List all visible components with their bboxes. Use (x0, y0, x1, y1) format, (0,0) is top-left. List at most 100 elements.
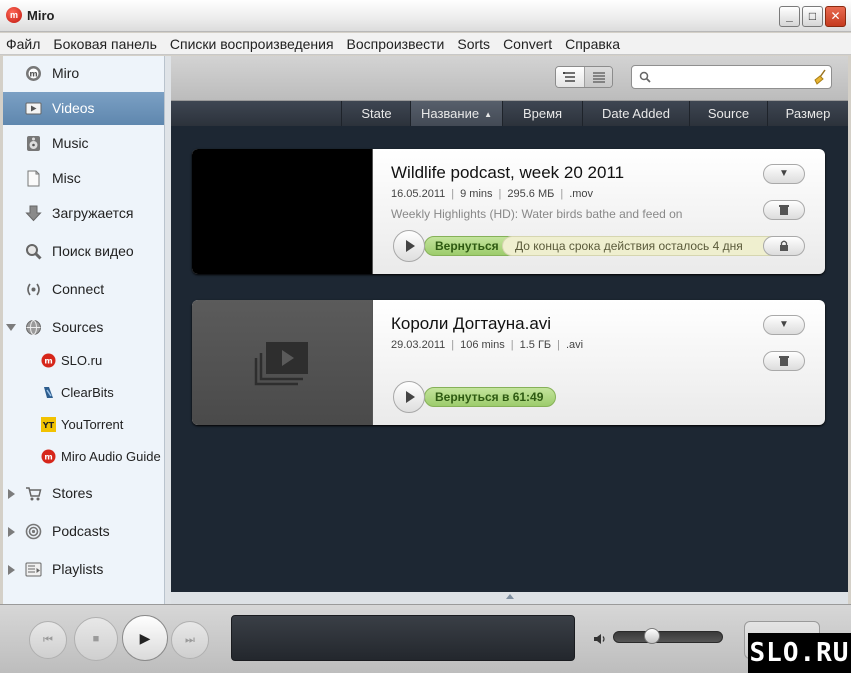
miro-logo-icon: m (6, 7, 22, 23)
menu-bar: Файл Боковая панель Списки воспроизведен… (0, 33, 851, 55)
sidebar-item-miro-audio-guide[interactable]: m Miro Audio Guide (3, 441, 164, 474)
sidebar-item-label: Connect (52, 281, 105, 297)
expand-chevron-icon[interactable] (8, 527, 15, 537)
menu-help[interactable]: Справка (565, 36, 620, 52)
column-title-label: Название (420, 106, 480, 121)
menu-playback[interactable]: Воспроизвести (347, 36, 445, 52)
item-menu-button[interactable]: ▼ (763, 315, 805, 335)
sidebar-item-label: Sources (52, 319, 104, 335)
video-title[interactable]: Короли Догтауна.avi (391, 314, 551, 334)
sort-ascending-icon: ▲ (484, 110, 492, 119)
menu-convert[interactable]: Convert (503, 36, 552, 52)
video-date: 16.05.2011 (391, 188, 446, 200)
search-input[interactable] (654, 69, 804, 85)
sidebar-item-miro[interactable]: m Miro (3, 57, 164, 90)
video-format: .mov (569, 188, 594, 200)
previous-track-button[interactable]: ⏮ (29, 621, 67, 659)
miro-icon: m (41, 353, 56, 368)
globe-icon (26, 320, 41, 335)
minimize-button[interactable]: _ (779, 6, 800, 27)
video-size: 1.5 ГБ (519, 339, 552, 351)
menu-playlists[interactable]: Списки воспроизведения (170, 36, 334, 52)
video-icon (25, 102, 42, 115)
video-thumbnail[interactable] (192, 149, 373, 274)
volume-slider-handle[interactable] (644, 628, 660, 644)
scroll-up-arrow-icon[interactable] (506, 594, 514, 599)
connect-icon (27, 283, 40, 296)
sidebar-item-playlists[interactable]: Playlists (3, 553, 164, 586)
column-state[interactable]: State (341, 101, 411, 126)
sidebar-item-podcasts[interactable]: Podcasts (3, 515, 164, 548)
video-item[interactable]: Короли Догтауна.avi 29.03.2011 | 106 mins |… (192, 300, 825, 425)
sidebar-item-label: Videos (52, 100, 95, 116)
keep-item-button[interactable] (763, 236, 805, 256)
expiry-notice: До конца срока действия осталось 4 дня (502, 236, 780, 256)
sidebar-item-connect[interactable]: Connect (3, 273, 164, 306)
sidebar: m Miro Videos Music Misc Загружается Пои… (3, 56, 165, 604)
sidebar-item-label: Miro Audio Guide (61, 449, 161, 464)
play-button[interactable]: ▶ (122, 615, 168, 661)
misc-icon (27, 170, 40, 187)
play-item-button[interactable] (393, 381, 425, 413)
svg-text:m: m (44, 453, 52, 462)
list-view-icon[interactable] (585, 67, 612, 87)
video-thumbnail[interactable] (192, 300, 373, 425)
delete-item-button[interactable] (763, 200, 805, 220)
item-menu-button[interactable]: ▼ (763, 164, 805, 184)
delete-item-button[interactable] (763, 351, 805, 371)
now-playing-display (231, 615, 575, 661)
column-header: State Название ▲ Время Date Added Source … (171, 101, 848, 126)
video-placeholder-icon (254, 342, 308, 386)
youtorrent-icon-text: YT (42, 421, 55, 430)
sidebar-item-videos[interactable]: Videos (3, 92, 164, 125)
trash-icon (779, 356, 789, 366)
menu-sidebar[interactable]: Боковая панель (53, 36, 156, 52)
sidebar-item-video-search[interactable]: Поиск видео (3, 235, 164, 268)
menu-sorts[interactable]: Sorts (457, 36, 490, 52)
next-track-button[interactable]: ⏭ (171, 621, 209, 659)
column-time[interactable]: Время (502, 101, 582, 126)
sidebar-item-stores[interactable]: Stores (3, 477, 164, 510)
sidebar-item-downloading[interactable]: Загружается (3, 197, 164, 230)
playback-bar: ⏮ ■ ▶ ⏭ (0, 604, 851, 673)
sidebar-item-youtorrent[interactable]: YT YouTorrent (3, 409, 164, 442)
menu-file[interactable]: Файл (6, 36, 40, 52)
download-icon (25, 205, 42, 222)
volume-slider[interactable] (613, 631, 723, 643)
play-item-button[interactable] (393, 230, 425, 262)
close-button[interactable]: ✕ (825, 6, 846, 27)
podcast-icon (25, 523, 42, 540)
sidebar-item-label: Playlists (52, 561, 104, 577)
column-date-added[interactable]: Date Added (582, 101, 689, 126)
column-title[interactable]: Название ▲ (410, 101, 502, 126)
sidebar-item-label: Misc (52, 170, 81, 186)
volume-icon (594, 634, 605, 644)
video-duration: 106 mins (460, 339, 505, 351)
expand-chevron-icon[interactable] (8, 489, 15, 499)
expand-chevron-icon[interactable] (8, 565, 15, 575)
resume-button[interactable]: Вернуться в 61:49 (424, 387, 557, 407)
toolbar (171, 56, 848, 101)
cart-icon (26, 487, 42, 501)
sidebar-item-slo-ru[interactable]: m SLO.ru (3, 345, 164, 378)
sidebar-item-sources[interactable]: Sources (3, 311, 164, 344)
sidebar-item-misc[interactable]: Misc (3, 162, 164, 195)
sidebar-item-label: YouTorrent (61, 417, 124, 432)
sidebar-item-label: ClearBits (61, 385, 114, 400)
column-size[interactable]: Размер (767, 101, 848, 126)
clear-search-broom-icon[interactable] (812, 69, 828, 85)
sidebar-item-clearbits[interactable]: ClearBits (3, 377, 164, 410)
video-date: 29.03.2011 (391, 339, 446, 351)
expand-chevron-icon[interactable] (6, 324, 16, 331)
video-size: 295.6 МБ (507, 188, 555, 200)
column-source[interactable]: Source (689, 101, 767, 126)
stop-button[interactable]: ■ (74, 617, 118, 661)
sidebar-item-music[interactable]: Music (3, 127, 164, 160)
video-title[interactable]: Wildlife podcast, week 20 2011 (391, 163, 624, 183)
maximize-button[interactable]: □ (802, 6, 823, 27)
svg-text:m: m (44, 357, 52, 366)
sidebar-item-label: SLO.ru (61, 353, 103, 368)
video-item[interactable]: Wildlife podcast, week 20 2011 16.05.201… (192, 149, 825, 274)
music-icon (27, 136, 40, 151)
normal-view-icon[interactable] (556, 67, 585, 87)
